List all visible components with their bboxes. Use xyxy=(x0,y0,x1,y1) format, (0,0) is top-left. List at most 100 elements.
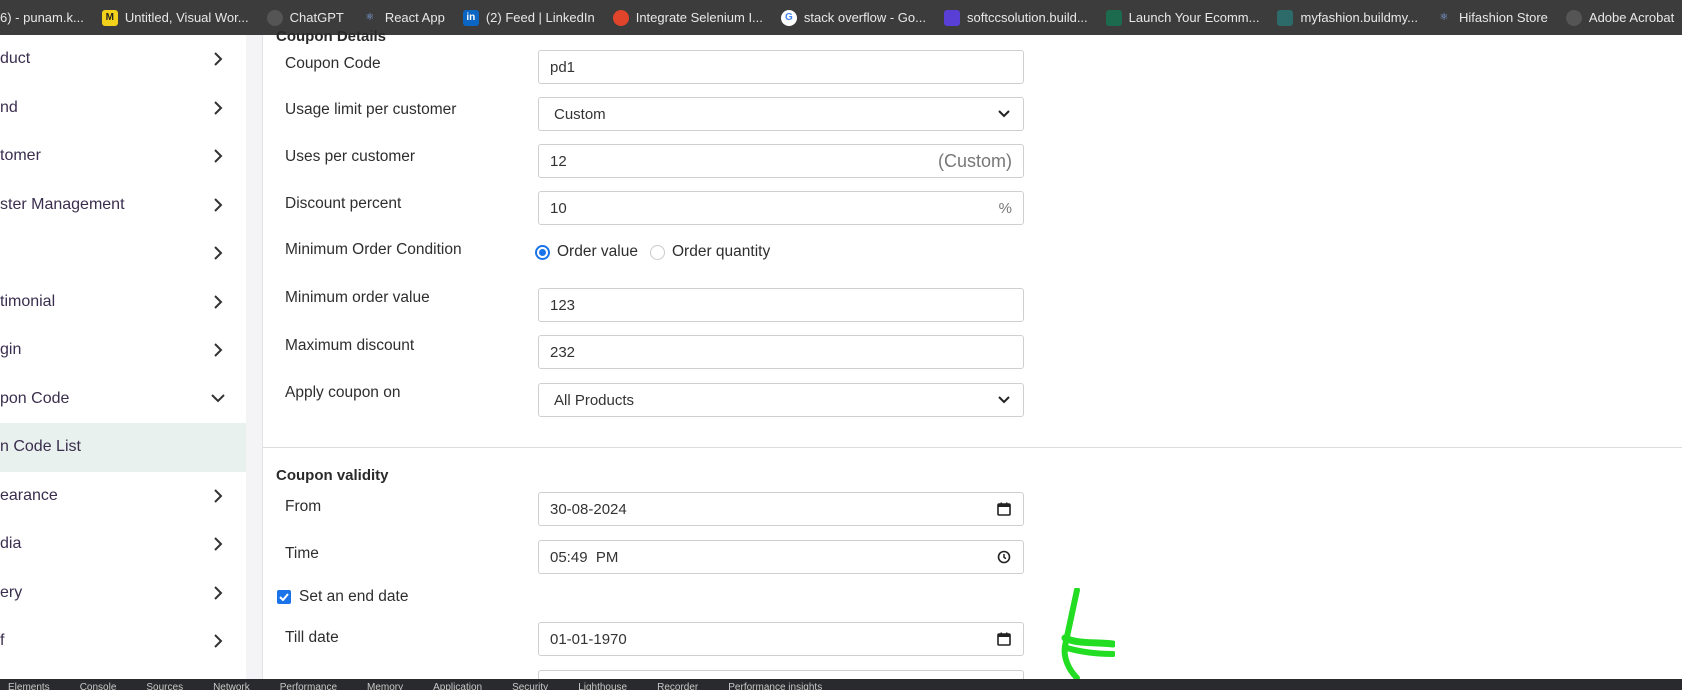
sidebar-item-label: tomer xyxy=(0,147,41,165)
sidebar-item-label: earance xyxy=(0,486,58,504)
calendar-icon[interactable] xyxy=(996,501,1012,517)
discount-percent-label: Discount percent xyxy=(285,195,402,212)
devtools-tab[interactable]: Performance insights xyxy=(720,683,844,690)
radio-order-value-dot[interactable] xyxy=(535,244,550,260)
end-date-checkbox-row[interactable]: Set an end date xyxy=(277,588,408,606)
devtools-tab[interactable]: Security xyxy=(504,683,570,690)
sidebar-item[interactable]: nd xyxy=(0,84,246,133)
sidebar-item[interactable]: n Code List xyxy=(0,423,246,472)
min-order-condition-radios: Order value Order quantity xyxy=(535,243,782,261)
sidebar-item-label: pon Code xyxy=(0,389,70,407)
sidebar-item[interactable]: f xyxy=(0,617,246,666)
sidebar-item[interactable]: gin xyxy=(0,326,246,375)
sidebar-item[interactable]: ery xyxy=(0,569,246,618)
bookmark-item[interactable]: 6) - punam.k... xyxy=(0,0,93,35)
devtools-tab[interactable]: Network xyxy=(205,683,272,690)
site-icon xyxy=(1277,9,1294,26)
min-order-condition-label: Minimum Order Condition xyxy=(285,241,462,258)
bookmark-label: Hifashion Store xyxy=(1459,10,1548,25)
bookmark-item[interactable]: in (2) Feed | LinkedIn xyxy=(454,0,604,35)
section-divider xyxy=(263,447,1682,448)
bookmark-item[interactable]: myfashion.buildmy... xyxy=(1268,0,1427,35)
radio-order-quantity-dot[interactable] xyxy=(649,244,665,260)
bookmark-label: ChatGPT xyxy=(289,10,344,25)
min-order-value-label: Minimum order value xyxy=(285,289,430,306)
bookmark-item[interactable]: Integrate Selenium I... xyxy=(604,0,772,35)
time-label: Time xyxy=(285,545,319,562)
sidebar-item[interactable] xyxy=(0,229,246,278)
uses-per-customer-value: 12 xyxy=(550,152,567,170)
coupon-code-label: Coupon Code xyxy=(285,55,381,72)
coupon-validity-title: Coupon validity xyxy=(276,467,389,484)
radio-order-value[interactable]: Order value xyxy=(535,243,638,261)
sidebar-item-label: timonial xyxy=(0,292,56,310)
bookmark-label: softccsolution.build... xyxy=(966,10,1088,25)
sidebar-item[interactable]: earance xyxy=(0,472,246,521)
end-date-checkbox[interactable] xyxy=(277,590,291,604)
sidebar-item-label: gin xyxy=(0,341,22,359)
sidebar-item[interactable]: timonial xyxy=(0,278,246,327)
sidebar-item[interactable]: tomer xyxy=(0,132,246,181)
uses-per-customer-label: Uses per customer xyxy=(285,148,416,165)
devtools-tab[interactable]: Sources xyxy=(138,683,205,690)
sidebar-item-label: n Code List xyxy=(0,438,81,456)
devtools-tab[interactable]: Console xyxy=(72,683,139,690)
chevron-down-icon xyxy=(996,392,1012,408)
globe-icon xyxy=(1565,9,1582,26)
bookmark-item[interactable]: M Untitled, Visual Wor... xyxy=(93,0,258,35)
bookmark-item[interactable]: Adobe Acrobat xyxy=(1557,0,1682,35)
radio-order-quantity[interactable]: Order quantity xyxy=(649,243,770,261)
sidebar-item[interactable]: duct xyxy=(0,35,246,84)
chevron-right-icon xyxy=(208,98,228,118)
react-icon: ⚛ xyxy=(361,9,378,26)
from-label: From xyxy=(285,498,322,515)
devtools-tab[interactable]: Lighthouse xyxy=(570,683,649,690)
chatgpt-icon xyxy=(266,9,283,26)
coupon-form: Coupon Details Coupon Code pd1 Usage lim… xyxy=(262,28,1682,682)
sidebar-item[interactable]: ster Management xyxy=(0,181,246,230)
max-discount-label: Maximum discount xyxy=(285,337,415,354)
sidebar-item[interactable]: pon Code xyxy=(0,375,246,424)
sidebar-item[interactable]: dia xyxy=(0,520,246,569)
chevron-right-icon xyxy=(208,146,228,166)
devtools-tab[interactable]: Performance xyxy=(272,683,359,690)
bookmark-label: (2) Feed | LinkedIn xyxy=(485,10,595,25)
apply-on-select[interactable]: All Products xyxy=(538,383,1024,417)
sidebar-item-label: ery xyxy=(0,583,23,601)
devtools-tab[interactable]: Memory xyxy=(359,683,425,690)
site-icon xyxy=(1105,9,1122,26)
sidebar: duct nd tomer ster Management timonial gin pon… xyxy=(0,35,246,679)
till-date-value: 01-01-1970 xyxy=(550,630,627,648)
bookmark-item[interactable]: ⚛ Hifashion Store xyxy=(1427,0,1557,35)
max-discount-value: 232 xyxy=(550,343,576,361)
till-date-input[interactable]: 01-01-1970 xyxy=(538,622,1024,656)
bookmark-item[interactable]: softccsolution.build... xyxy=(935,0,1097,35)
devtools-tab[interactable]: Application xyxy=(425,683,504,690)
time-input[interactable]: 05:49 PM xyxy=(538,540,1024,574)
bookmark-item[interactable]: Launch Your Ecomm... xyxy=(1097,0,1269,35)
coupon-code-input[interactable]: pd1 xyxy=(538,50,1024,84)
bookmark-label: 6) - punam.k... xyxy=(0,10,84,25)
time-value: 05:49 PM xyxy=(550,548,619,566)
max-discount-input[interactable]: 232 xyxy=(538,335,1024,369)
from-date-input[interactable]: 30-08-2024 xyxy=(538,492,1024,526)
linkedin-icon: in xyxy=(462,9,479,26)
bookmark-item[interactable]: Gstack overflow - Go... xyxy=(772,0,935,35)
end-date-label: Set an end date xyxy=(299,588,409,605)
usage-limit-value: Custom xyxy=(554,105,606,123)
uses-per-customer-input[interactable]: 12 (Custom) xyxy=(538,144,1024,178)
react-icon: ⚛ xyxy=(1436,9,1453,26)
devtools-tab[interactable]: Recorder xyxy=(649,683,720,690)
devtools-tab[interactable]: Elements xyxy=(0,683,72,690)
sidebar-item-label: f xyxy=(0,632,5,650)
sidebar-item-label: dia xyxy=(0,535,22,553)
chevron-right-icon xyxy=(208,583,228,603)
min-order-value-input[interactable]: 123 xyxy=(538,288,1024,322)
clock-icon[interactable] xyxy=(996,549,1012,565)
green-arrow-annotation xyxy=(1061,588,1115,680)
discount-percent-input[interactable]: 10 % xyxy=(538,191,1024,225)
calendar-icon[interactable] xyxy=(996,631,1012,647)
bookmark-label: Launch Your Ecomm... xyxy=(1128,10,1260,25)
sidebar-gutter xyxy=(246,35,262,679)
usage-limit-select[interactable]: Custom xyxy=(538,97,1024,131)
